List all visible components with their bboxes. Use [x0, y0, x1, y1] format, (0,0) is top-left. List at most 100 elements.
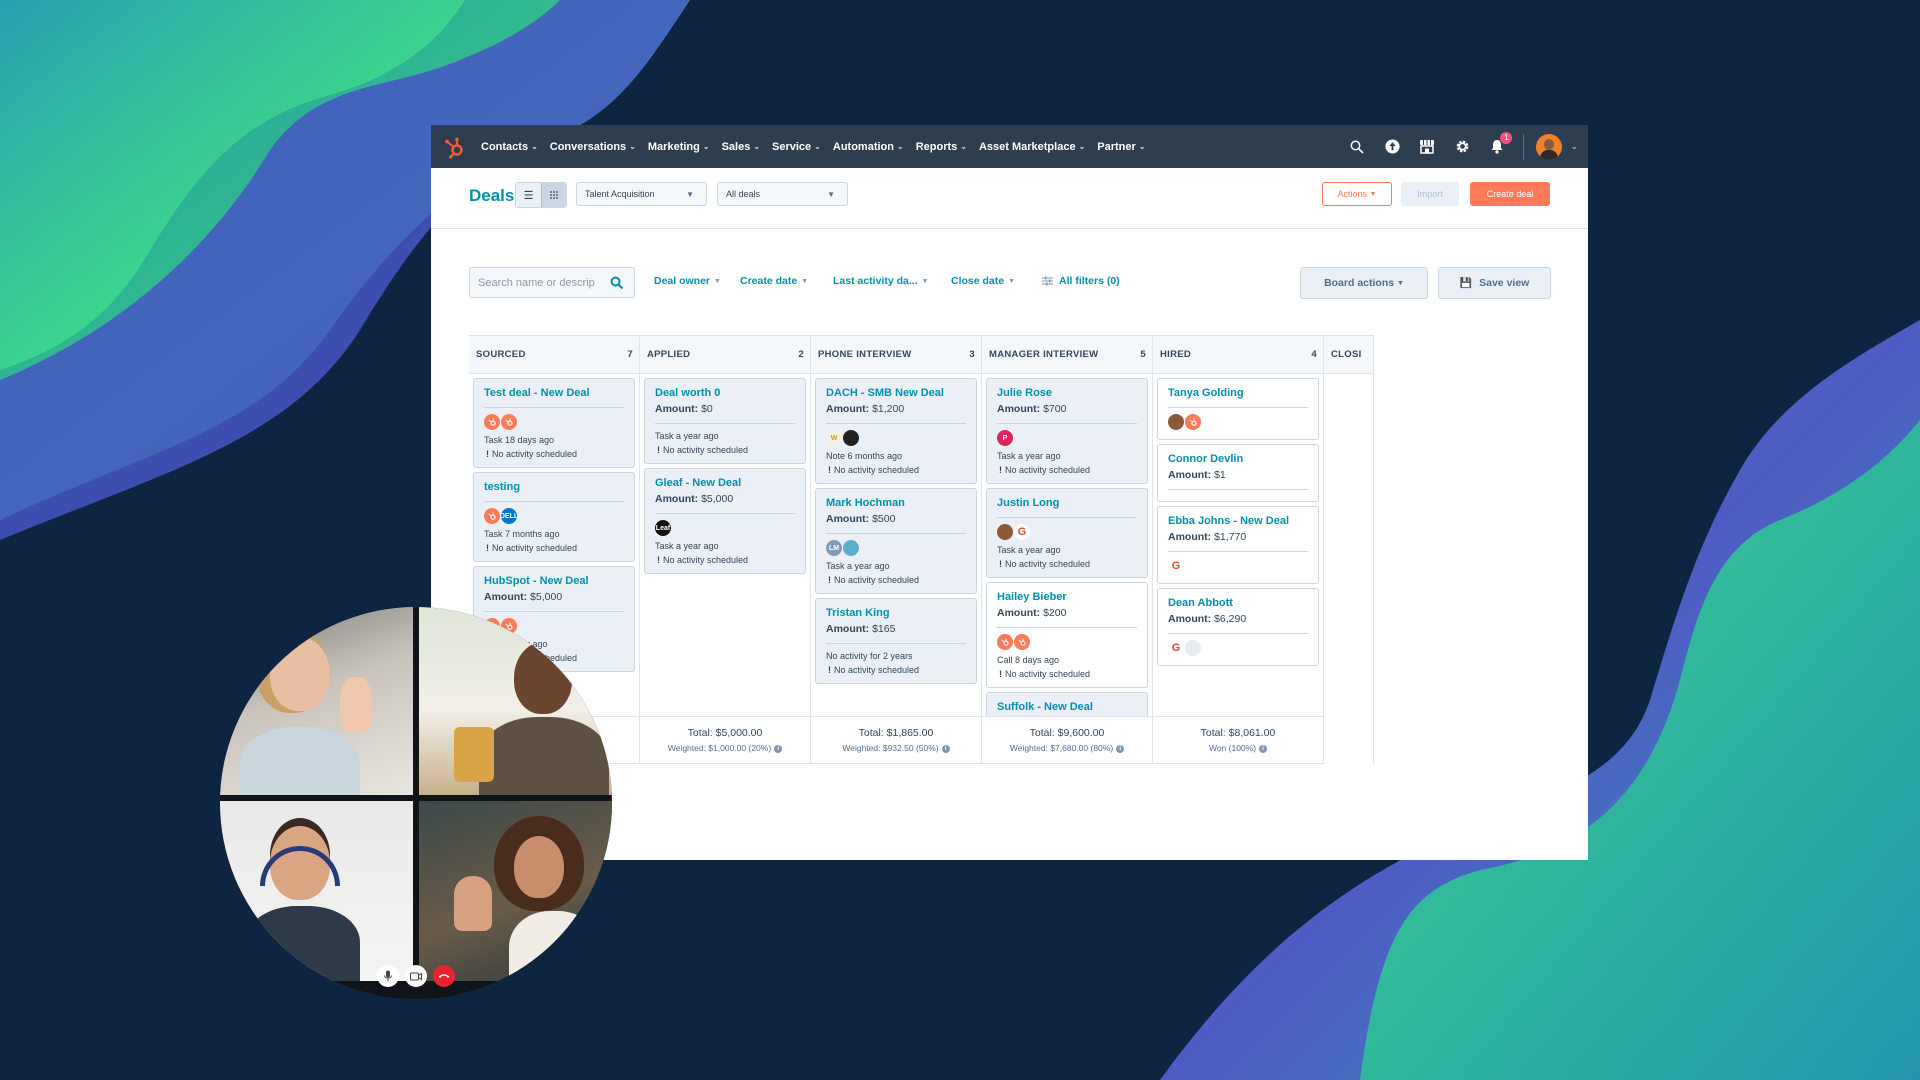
nav-automation[interactable]: Automation ⌄: [833, 141, 904, 153]
actions-button[interactable]: Actions ▼: [1322, 182, 1392, 206]
deal-amount: Amount: $500: [826, 511, 966, 527]
google-logo-icon[interactable]: G: [1014, 524, 1030, 540]
microphone-icon[interactable]: [377, 965, 399, 987]
person-avatar[interactable]: [1168, 414, 1184, 430]
info-icon[interactable]: i: [1259, 744, 1268, 753]
google-logo-icon[interactable]: G: [1168, 558, 1184, 574]
deal-title-link[interactable]: HubSpot - New Deal: [484, 574, 624, 589]
nav-marketing[interactable]: Marketing ⌄: [648, 141, 710, 153]
info-icon[interactable]: i: [941, 744, 950, 753]
deal-card[interactable]: Gleaf - New Deal Amount: $5,000 Leaf Task a…: [644, 468, 806, 574]
column-header[interactable]: APPLIED 2: [640, 335, 810, 374]
deal-title-link[interactable]: Justin Long: [997, 496, 1137, 511]
settings-gear-icon[interactable]: [1453, 138, 1471, 156]
save-view-button[interactable]: 💾 Save view: [1438, 267, 1551, 299]
nav-service[interactable]: Service ⌄: [772, 141, 821, 153]
hubspot-logo-icon[interactable]: [484, 414, 500, 430]
board-actions-button[interactable]: Board actions ▼: [1300, 267, 1428, 299]
deal-title-link[interactable]: testing: [484, 480, 624, 495]
deal-card[interactable]: Justin Long G Task a year ago! No activity …: [986, 488, 1148, 578]
deal-amount: Amount: $5,000: [655, 491, 795, 507]
deal-card[interactable]: Test deal - New Deal Task 18 days ago! No …: [473, 378, 635, 468]
deal-card[interactable]: Hailey Bieber Amount: $200 Call 8 days ago…: [986, 582, 1148, 688]
deal-title-link[interactable]: Deal worth 0: [655, 386, 795, 401]
search-input[interactable]: [478, 276, 608, 289]
pipeline-select[interactable]: Talent Acquisition ▼: [576, 182, 707, 206]
camera-icon[interactable]: [405, 965, 427, 987]
deal-title-link[interactable]: Mark Hochman: [826, 496, 966, 511]
deal-card[interactable]: Ebba Johns - New Deal Amount: $1,770 G: [1157, 506, 1319, 584]
deal-card[interactable]: Suffolk - New Deal: [986, 692, 1148, 716]
column-header[interactable]: PHONE INTERVIEW 3: [811, 335, 981, 374]
create-deal-button[interactable]: Create deal: [1470, 182, 1550, 206]
deal-card[interactable]: Julie Rose Amount: $700 P Task a year ago! N…: [986, 378, 1148, 484]
import-button[interactable]: Import: [1401, 182, 1459, 206]
deal-card[interactable]: Mark Hochman Amount: $500 LM Task a year ag…: [815, 488, 977, 594]
deal-title-link[interactable]: Hailey Bieber: [997, 590, 1137, 605]
column-header[interactable]: SOURCED 7: [469, 335, 639, 374]
deal-card[interactable]: testing DELL Task 7 months ago! No activity…: [473, 472, 635, 562]
deal-card[interactable]: DACH - SMB New Deal Amount: $1,200 W Note 6…: [815, 378, 977, 484]
notification-bell-icon[interactable]: 1: [1488, 131, 1513, 156]
deal-title-link[interactable]: Suffolk - New Deal: [997, 700, 1137, 715]
google-logo-icon[interactable]: G: [1168, 640, 1184, 656]
end-call-icon[interactable]: [433, 965, 455, 987]
mountain-logo-icon[interactable]: [843, 540, 859, 556]
column-name: CLOSI: [1331, 349, 1362, 360]
deal-card[interactable]: Deal worth 0 Amount: $0 Task a year ago! No…: [644, 378, 806, 464]
hubspot-sprocket-icon[interactable]: [443, 135, 467, 159]
dell-logo-icon[interactable]: DELL: [501, 508, 517, 524]
hubspot-logo-icon[interactable]: [997, 634, 1013, 650]
info-icon[interactable]: i: [774, 744, 783, 753]
view-select[interactable]: All deals ▼: [717, 182, 848, 206]
p-company-logo-icon[interactable]: P: [997, 430, 1013, 446]
marketplace-icon[interactable]: [1418, 138, 1436, 156]
account-menu-chevron-icon[interactable]: ⌄: [1570, 141, 1578, 152]
deal-title-link[interactable]: DACH - SMB New Deal: [826, 386, 966, 401]
deal-title-link[interactable]: Gleaf - New Deal: [655, 476, 795, 491]
nav-asset-marketplace[interactable]: Asset Marketplace ⌄: [979, 141, 1085, 153]
deal-title-link[interactable]: Tristan King: [826, 606, 966, 621]
hubspot-logo-icon[interactable]: [1014, 634, 1030, 650]
upgrade-arrow-icon[interactable]: [1383, 138, 1401, 156]
deal-card[interactable]: Connor Devlin Amount: $1: [1157, 444, 1319, 502]
all-filters-button[interactable]: All filters (0): [1042, 275, 1120, 287]
deal-card[interactable]: Tristan King Amount: $165 No activity for …: [815, 598, 977, 684]
deal-card[interactable]: Tanya Golding: [1157, 378, 1319, 440]
deal-title-link[interactable]: Tanya Golding: [1168, 386, 1308, 401]
column-count: 2: [798, 349, 804, 360]
hubspot-logo-icon[interactable]: [501, 414, 517, 430]
filter-close-date[interactable]: Close date ▼: [951, 275, 1015, 287]
hubspot-logo-icon[interactable]: [1185, 414, 1201, 430]
deal-title-link[interactable]: Ebba Johns - New Deal: [1168, 514, 1308, 529]
chair-logo-icon[interactable]: [1185, 640, 1201, 656]
filter-create-date[interactable]: Create date ▼: [740, 275, 808, 287]
search-icon[interactable]: [610, 276, 624, 290]
lm-initials-avatar[interactable]: LM: [826, 540, 842, 556]
deal-title-link[interactable]: Julie Rose: [997, 386, 1137, 401]
hubspot-logo-icon[interactable]: [484, 508, 500, 524]
info-icon[interactable]: i: [1116, 744, 1125, 753]
list-view-icon[interactable]: ☰: [516, 183, 541, 207]
deal-title-link[interactable]: Dean Abbott: [1168, 596, 1308, 611]
person-avatar[interactable]: [997, 524, 1013, 540]
leaf-logo-icon[interactable]: Leaf: [655, 520, 671, 536]
board-view-icon[interactable]: [541, 183, 566, 207]
w-company-logo-icon[interactable]: W: [826, 430, 842, 446]
search-icon[interactable]: [1348, 138, 1366, 156]
user-avatar[interactable]: [1536, 133, 1563, 160]
nav-sales[interactable]: Sales ⌄: [722, 141, 760, 153]
deal-title-link[interactable]: Connor Devlin: [1168, 452, 1308, 467]
column-header[interactable]: CLOSI: [1324, 335, 1373, 374]
deal-card[interactable]: Dean Abbott Amount: $6,290 G: [1157, 588, 1319, 666]
filter-last-activity-date[interactable]: Last activity da... ▼: [833, 275, 929, 287]
column-header[interactable]: MANAGER INTERVIEW 5: [982, 335, 1152, 374]
nav-partner[interactable]: Partner ⌄: [1097, 141, 1145, 153]
deal-title-link[interactable]: Test deal - New Deal: [484, 386, 624, 401]
filter-deal-owner[interactable]: Deal owner ▼: [654, 275, 721, 287]
column-header[interactable]: HIRED 4: [1153, 335, 1323, 374]
nav-contacts[interactable]: Contacts ⌄: [481, 141, 538, 153]
nav-conversations[interactable]: Conversations ⌄: [550, 141, 636, 153]
nav-reports[interactable]: Reports ⌄: [916, 141, 967, 153]
dark-company-logo-icon[interactable]: [843, 430, 859, 446]
